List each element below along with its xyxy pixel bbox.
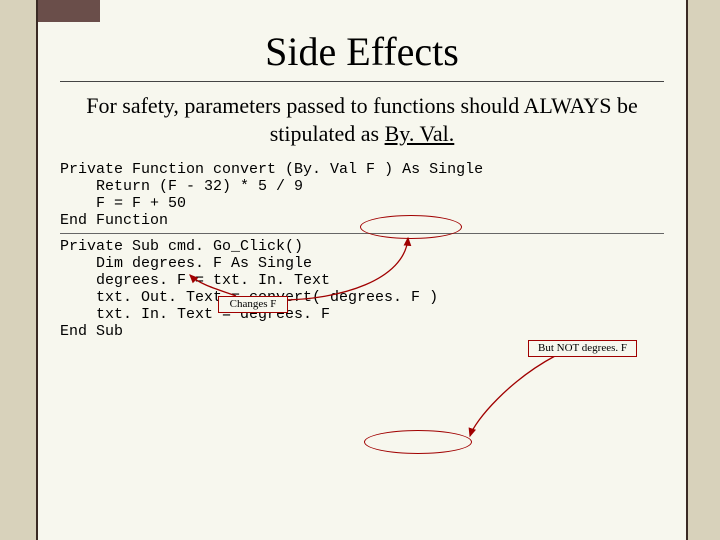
c1l3: F = F + 50 <box>60 195 186 212</box>
c2l5: txt. In. Text = degrees. F <box>60 306 330 323</box>
code-block-2: Private Sub cmd. Go_Click() Dim degrees.… <box>60 238 686 340</box>
c2l4c: ) <box>429 289 438 306</box>
callout-not-degreesf: But NOT degrees. F <box>528 340 637 357</box>
code-divider <box>60 233 664 234</box>
c2l6: End Sub <box>60 323 123 340</box>
corner-decoration <box>38 0 100 22</box>
oval-highlight-degreesf <box>364 430 472 454</box>
c2l4a: txt. Out. Text = convert( <box>60 289 330 306</box>
c1l4: End Function <box>60 212 168 229</box>
c2l2: Dim degrees. F As Single <box>60 255 312 272</box>
slide-paper: Side Effects For safety, parameters pass… <box>36 0 688 540</box>
slide-title: Side Effects <box>38 28 686 75</box>
intro-part1: For safety, parameters passed to functio… <box>86 93 638 146</box>
c1l2: Return (F - 32) * 5 / 9 <box>60 178 303 195</box>
c1l1b: By. Val F <box>294 161 384 178</box>
c2l3: degrees. F = txt. In. Text <box>60 272 330 289</box>
callout-changes-f: Changes F <box>218 296 288 313</box>
title-rule <box>60 81 664 82</box>
intro-byval: By. Val. <box>385 121 455 146</box>
c1l1a: Private Function convert ( <box>60 161 294 178</box>
c2l4b: degrees. F <box>330 289 429 306</box>
c1l1c: ) As Single <box>384 161 483 178</box>
oval-highlight-byval <box>360 215 462 239</box>
c2l1: Private Sub cmd. Go_Click() <box>60 238 303 255</box>
intro-text: For safety, parameters passed to functio… <box>78 92 646 147</box>
